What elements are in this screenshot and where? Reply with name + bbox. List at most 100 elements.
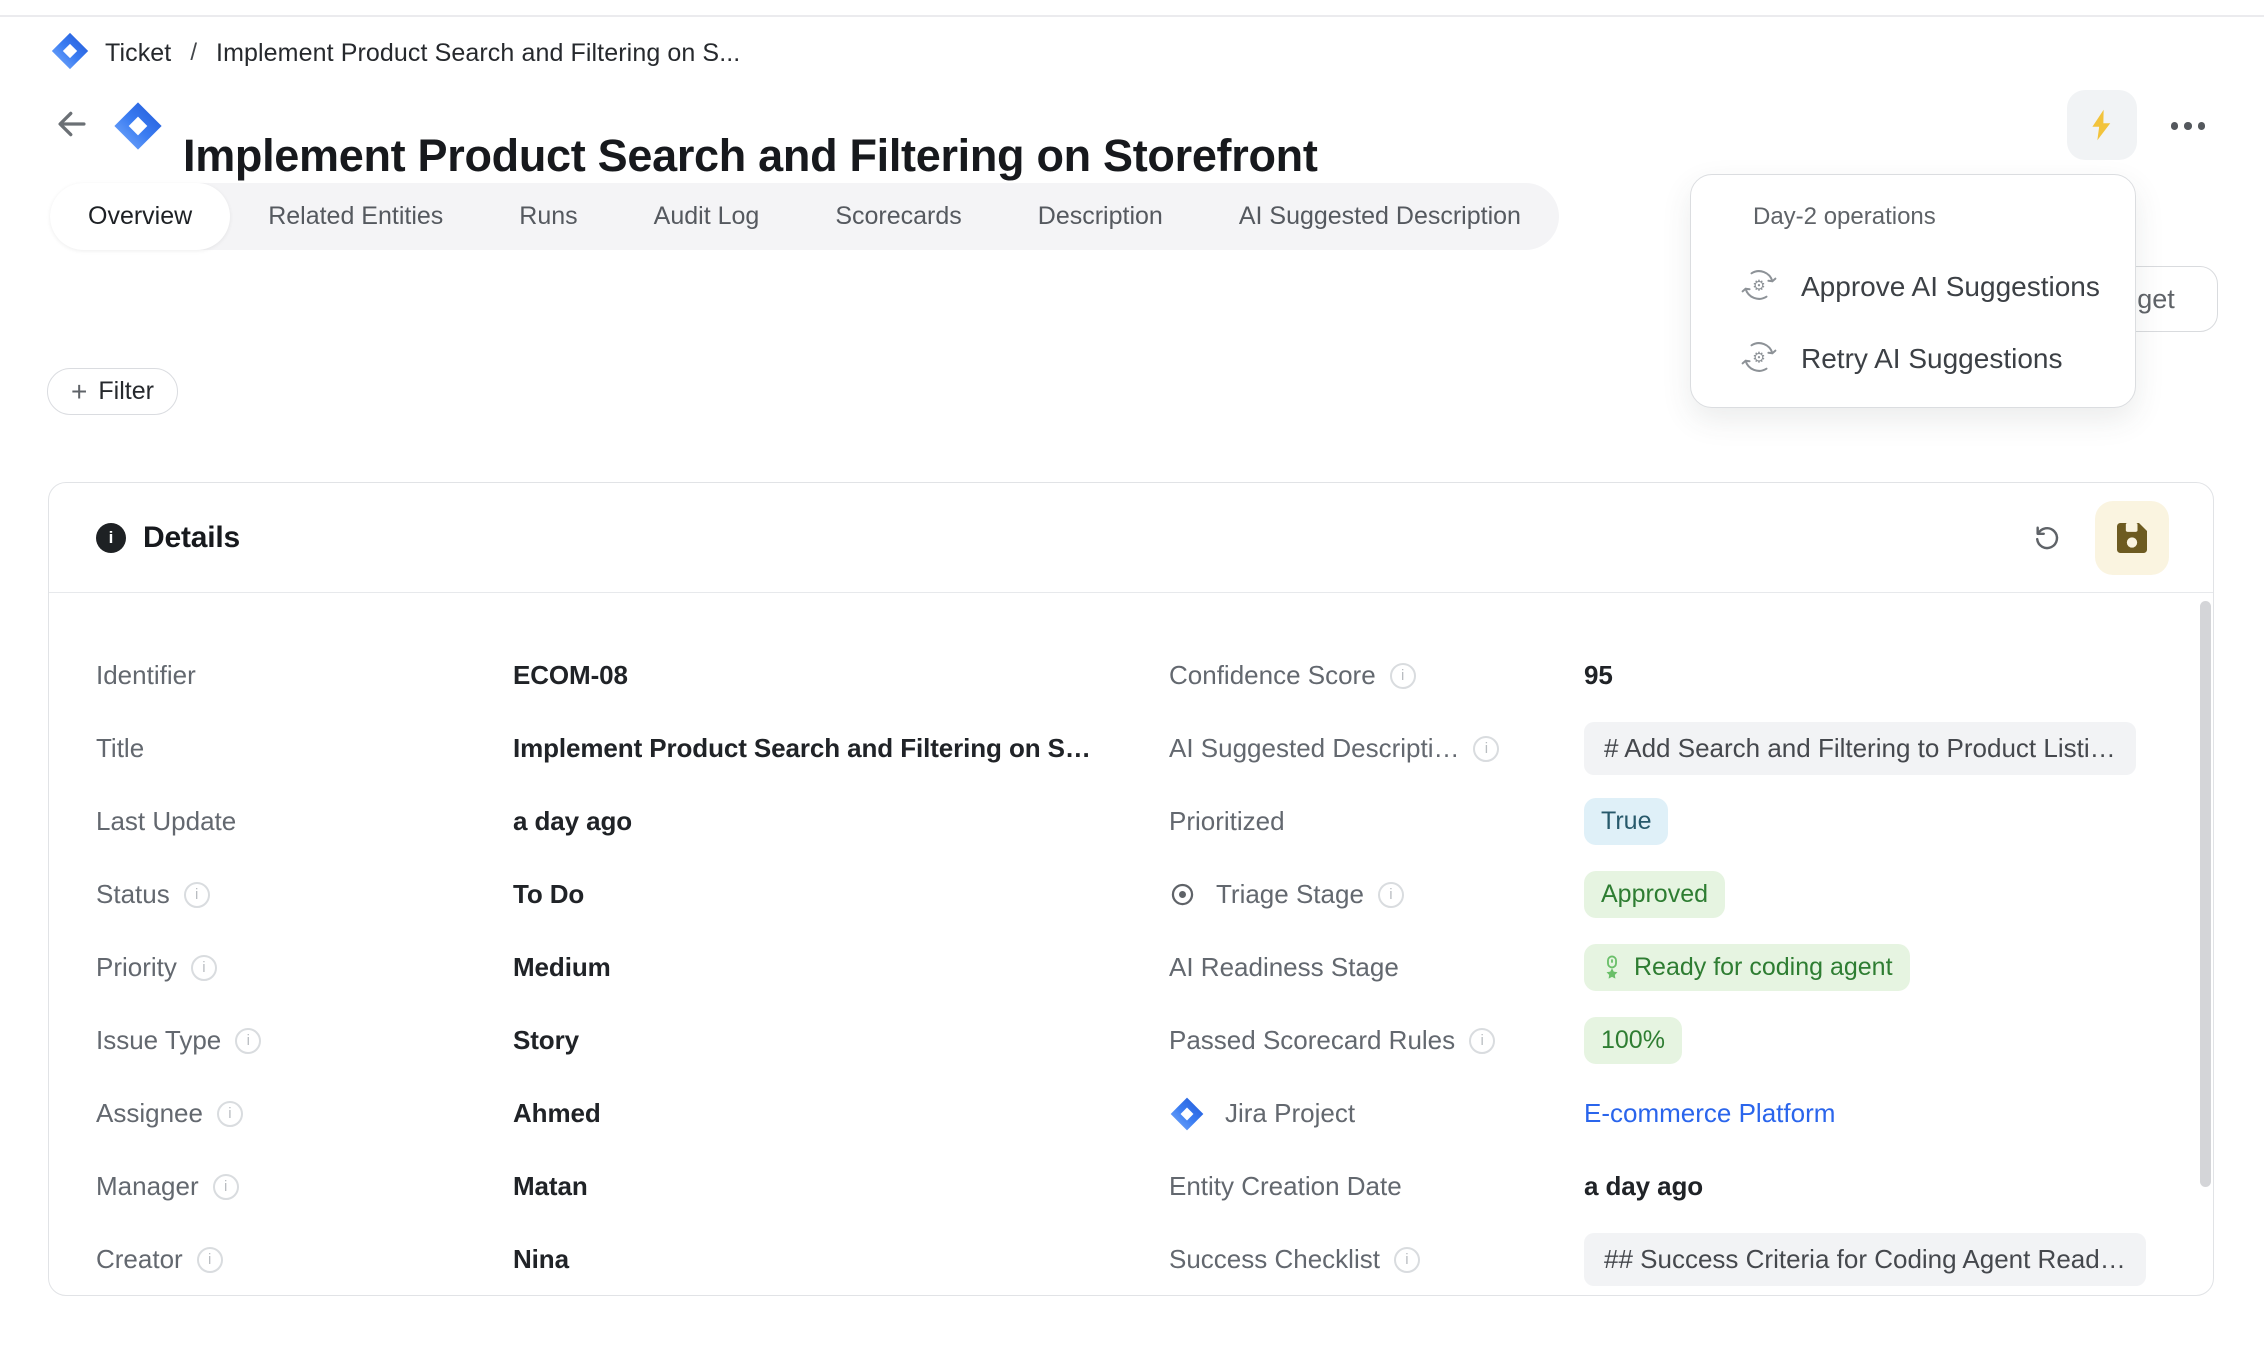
tab-label: Description (1038, 202, 1163, 231)
info-icon[interactable]: i (184, 882, 210, 908)
field-value-text: Ahmed (513, 1098, 601, 1128)
field-label: AI Suggested Descripti… (1169, 733, 1459, 764)
field-row-creator: Creator i Nina (96, 1223, 1169, 1296)
filter-button-label: Filter (98, 377, 154, 406)
field-row-status: Status i To Do (96, 858, 1169, 931)
menu-item-retry-ai-suggestions[interactable]: ⚙ Retry AI Suggestions (1741, 331, 2135, 387)
field-label: Confidence Score (1169, 660, 1376, 691)
tab-label: Scorecards (835, 202, 961, 231)
info-icon[interactable]: i (1390, 663, 1416, 689)
tab-label: Related Entities (268, 202, 443, 231)
field-row-passed-scorecard-rules: Passed Scorecard Rules i 100% (1169, 1004, 2213, 1077)
breadcrumb-current-page: Implement Product Search and Filtering o… (216, 39, 740, 68)
jira-icon (1169, 1096, 1205, 1132)
field-label: Jira Project (1225, 1098, 1355, 1129)
field-label: Status (96, 879, 170, 910)
field-value: Nina (513, 1244, 569, 1275)
details-header: i Details (49, 483, 2213, 593)
quick-actions-button[interactable] (2067, 90, 2137, 160)
field-label: Assignee (96, 1098, 203, 1129)
field-value: Story (513, 1025, 579, 1056)
more-options-button[interactable] (2160, 112, 2216, 140)
tab-label: Overview (88, 202, 192, 231)
field-value-badge-green: Approved (1584, 871, 1725, 918)
field-value-text: a day ago (513, 806, 632, 836)
tab-description[interactable]: Description (1000, 183, 1201, 250)
field-row-confidence-score: Confidence Score i 95 (1169, 639, 2213, 712)
plus-icon: + (71, 378, 87, 406)
jira-app-icon (50, 31, 90, 76)
tab-ai-suggested-description[interactable]: AI Suggested Description (1201, 183, 1559, 250)
field-value-pill: # Add Search and Filtering to Product Li… (1584, 722, 2136, 775)
field-label: Manager (96, 1171, 199, 1202)
field-label: Entity Creation Date (1169, 1171, 1402, 1202)
page-title: Implement Product Search and Filtering o… (183, 127, 1318, 185)
field-row-success-checklist: Success Checklist i ## Success Criteria … (1169, 1223, 2213, 1296)
menu-title: Day-2 operations (1753, 202, 2135, 232)
info-icon[interactable]: i (235, 1028, 261, 1054)
field-value-badge-blue: True (1584, 798, 1668, 845)
field-value-text: Story (513, 1025, 579, 1055)
field-value: Matan (513, 1171, 588, 1202)
field-label: Identifier (96, 660, 196, 691)
field-value-text: Nina (513, 1244, 569, 1274)
tab-scorecards[interactable]: Scorecards (797, 183, 999, 250)
field-value: Implement Product Search and Filtering o… (513, 733, 1091, 764)
field-value: Ahmed (513, 1098, 601, 1129)
day2-operations-menu: Day-2 operations ⚙ Approve AI Suggestion… (1690, 174, 2136, 408)
field-value-text: To Do (513, 879, 584, 909)
tab-label: Runs (519, 202, 577, 231)
field-row-entity-creation-date: Entity Creation Date a day ago (1169, 1150, 2213, 1223)
menu-item-label: Approve AI Suggestions (1801, 271, 2100, 303)
tab-audit-log[interactable]: Audit Log (616, 183, 798, 250)
field-row-manager: Manager i Matan (96, 1150, 1169, 1223)
details-card: i Details Identifier ECOM-08 Title Imple… (48, 482, 2214, 1296)
field-value: 100% (1584, 1017, 1682, 1064)
info-icon[interactable]: i (1378, 882, 1404, 908)
field-value-text: ECOM-08 (513, 660, 628, 690)
operation-gear-icon: ⚙ (1741, 267, 1777, 308)
field-row-last-update: Last Update a day ago (96, 785, 1169, 858)
tab-overview[interactable]: Overview (50, 183, 230, 250)
save-button[interactable] (2095, 501, 2169, 575)
field-value: a day ago (1584, 1171, 1703, 1202)
field-value-badge-green: 100% (1584, 1017, 1682, 1064)
lightning-icon (2084, 107, 2120, 143)
undo-icon (2033, 521, 2061, 555)
field-value: True (1584, 798, 1668, 845)
back-arrow-icon (53, 105, 91, 143)
field-label: Prioritized (1169, 806, 1285, 837)
top-divider (0, 15, 2264, 17)
field-value: E-commerce Platform (1584, 1098, 1835, 1129)
info-icon[interactable]: i (217, 1101, 243, 1127)
info-icon[interactable]: i (191, 955, 217, 981)
menu-item-approve-ai-suggestions[interactable]: ⚙ Approve AI Suggestions (1741, 259, 2135, 315)
undo-button[interactable] (2027, 518, 2067, 558)
info-icon[interactable]: i (1394, 1247, 1420, 1273)
breadcrumb-section[interactable]: Ticket (105, 39, 171, 68)
field-row-identifier: Identifier ECOM-08 (96, 639, 1169, 712)
field-value-text: 95 (1584, 660, 1613, 690)
field-value-badge-green-medal: Ready for coding agent (1584, 944, 1910, 991)
field-value-link[interactable]: E-commerce Platform (1584, 1098, 1835, 1128)
filter-button[interactable]: + Filter (47, 368, 178, 415)
field-row-prioritized: Prioritized True (1169, 785, 2213, 858)
svg-text:⚙: ⚙ (1752, 348, 1765, 366)
field-label: Last Update (96, 806, 236, 837)
details-scrollbar[interactable] (2200, 601, 2211, 1187)
details-title: Details (143, 521, 240, 555)
field-row-issue-type: Issue Type i Story (96, 1004, 1169, 1077)
field-row-title: Title Implement Product Search and Filte… (96, 712, 1169, 785)
tab-related-entities[interactable]: Related Entities (230, 183, 481, 250)
info-icon[interactable]: i (1473, 736, 1499, 762)
info-icon[interactable]: i (213, 1174, 239, 1200)
breadcrumb: Ticket / Implement Product Search and Fi… (50, 31, 740, 75)
tab-runs[interactable]: Runs (481, 183, 615, 250)
field-value-text: a day ago (1584, 1171, 1703, 1201)
widget-button-visible-label: lget (2131, 284, 2175, 315)
field-value: a day ago (513, 806, 632, 837)
breadcrumb-separator: / (190, 39, 197, 67)
back-button[interactable] (52, 104, 92, 144)
info-icon[interactable]: i (197, 1247, 223, 1273)
info-icon[interactable]: i (1469, 1028, 1495, 1054)
